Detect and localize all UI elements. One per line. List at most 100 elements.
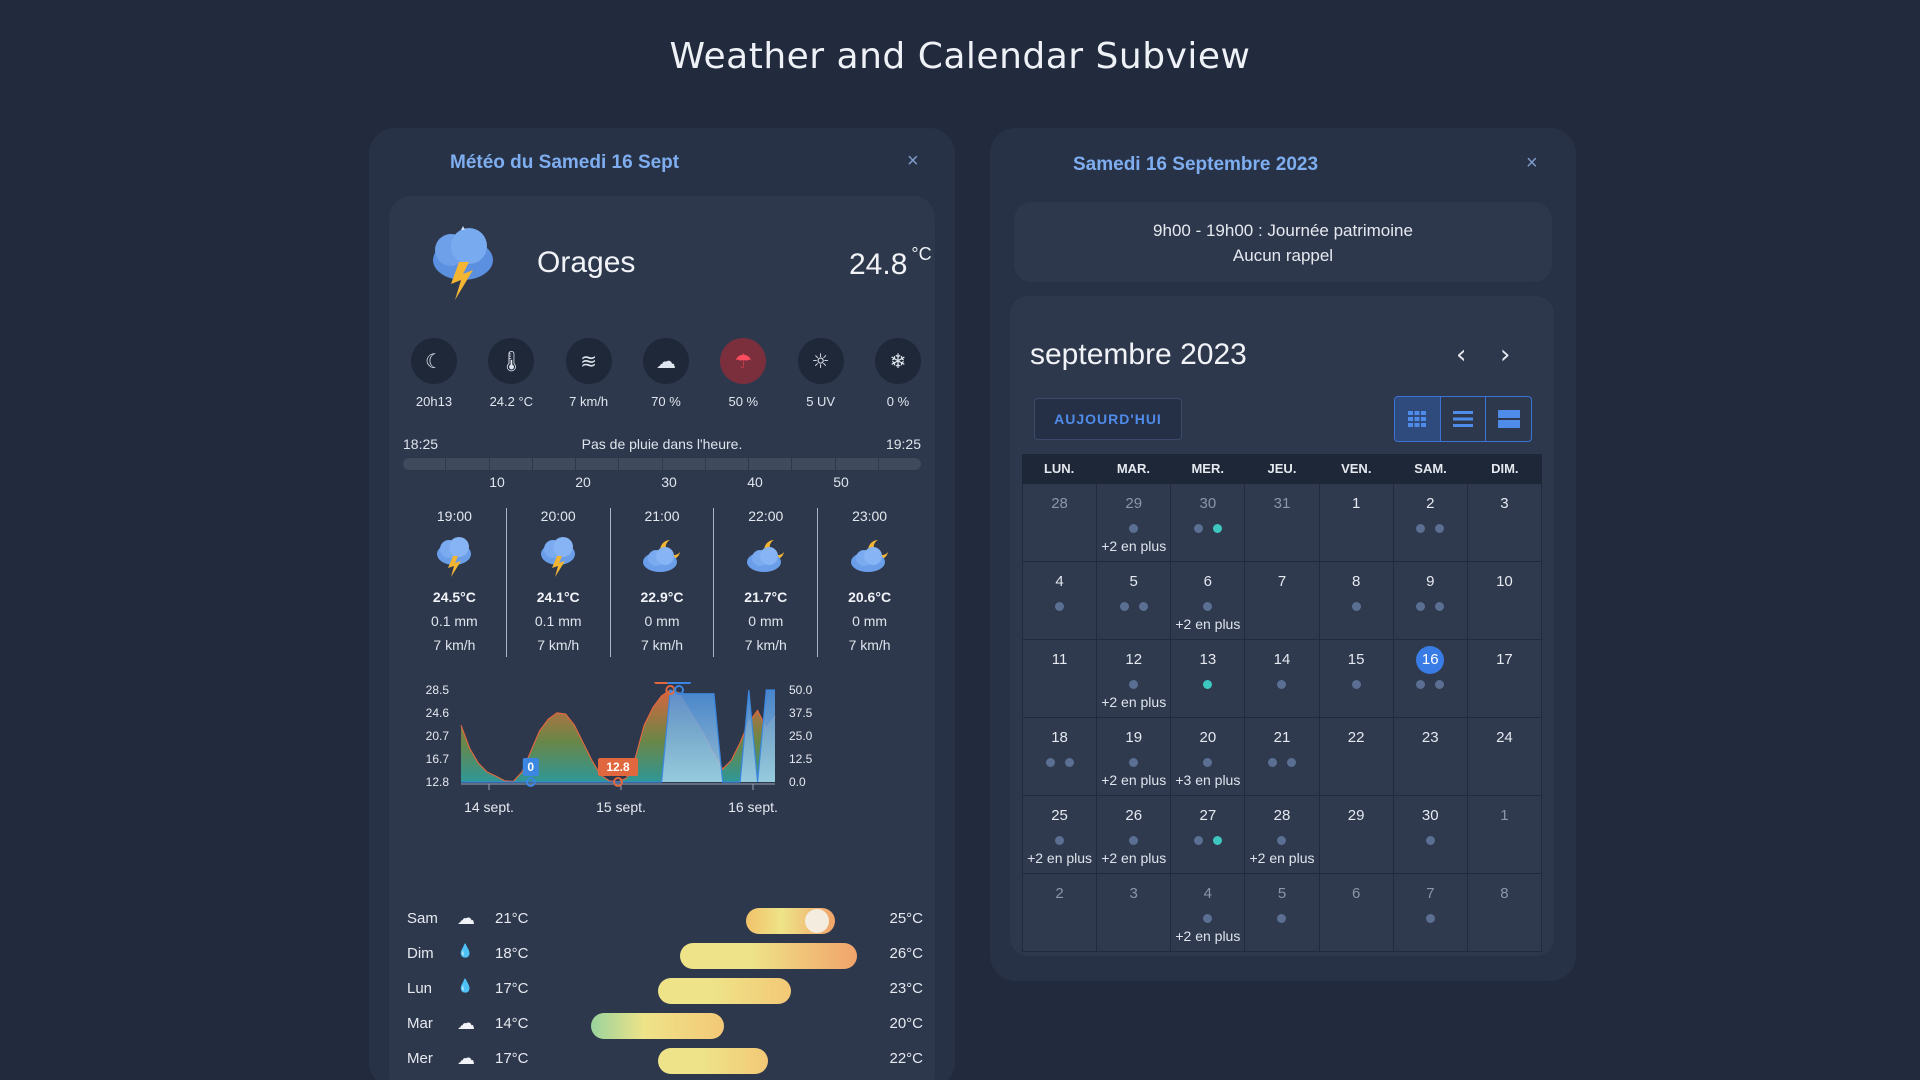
calendar-day[interactable]: 21 <box>1245 718 1320 796</box>
cloud-icon: ☁ <box>642 338 689 384</box>
event-dot <box>1203 680 1213 689</box>
calendar-day[interactable]: 8 <box>1319 562 1394 640</box>
calendar-day[interactable]: 24 <box>1467 718 1542 796</box>
event-dots <box>1023 836 1096 846</box>
event-card[interactable]: 9h00 - 19h00 : Journée patrimoine Aucun … <box>1014 202 1552 282</box>
day-number: 29 <box>1347 807 1365 824</box>
month-view-button[interactable] <box>1395 397 1441 441</box>
day-number: 28 <box>1051 495 1068 512</box>
calendar-day[interactable]: 1 <box>1319 484 1394 562</box>
calendar-day[interactable]: 7 <box>1245 562 1320 640</box>
calendar-day[interactable]: 27 <box>1171 796 1246 874</box>
left-axis-tick: 28.5 <box>426 683 450 697</box>
calendar-day[interactable]: 14 <box>1245 640 1320 718</box>
calendar-day[interactable]: 19 +2 en plus <box>1097 718 1172 796</box>
event-dot <box>1435 524 1445 533</box>
prev-month-button[interactable]: ‹ <box>1456 340 1466 370</box>
calendar-day[interactable]: 23 <box>1393 718 1468 796</box>
calendar-day-today[interactable]: 16 <box>1393 640 1468 718</box>
event-dot <box>1416 680 1426 689</box>
event-dots <box>1023 524 1096 534</box>
calendar-day[interactable]: 5 <box>1245 874 1320 952</box>
day-number: 6 <box>1203 573 1213 590</box>
next-month-button[interactable]: › <box>1500 340 1510 370</box>
calendar-day[interactable]: 29 <box>1319 796 1394 874</box>
more-events-link[interactable]: +2 en plus <box>1023 850 1096 866</box>
more-events-link[interactable]: +2 en plus <box>1097 850 1170 866</box>
calendar-day[interactable]: 6 +2 en plus <box>1171 562 1246 640</box>
calendar-day[interactable]: 18 <box>1022 718 1098 796</box>
more-events-link[interactable]: +2 en plus <box>1097 694 1170 710</box>
calendar-day[interactable]: 22 <box>1319 718 1394 796</box>
weather-close-button[interactable]: × <box>907 150 919 173</box>
calendar-day[interactable]: 17 <box>1467 640 1542 718</box>
moon-icon: ☾ <box>411 338 457 384</box>
hour-time: 23:00 <box>852 508 888 524</box>
calendar-day[interactable]: 5 <box>1097 562 1172 640</box>
more-events-link[interactable]: +3 en plus <box>1171 772 1244 788</box>
event-dots <box>1023 602 1096 612</box>
calendar-day[interactable]: 6 <box>1319 874 1394 952</box>
more-events-link[interactable]: +2 en plus <box>1171 928 1244 944</box>
week-view-button[interactable] <box>1441 397 1487 441</box>
event-dots <box>1023 758 1096 768</box>
grid-view-icon <box>1408 411 1427 427</box>
day-number: 22 <box>1347 729 1365 746</box>
day-name: Dim <box>407 945 434 962</box>
calendar-day[interactable]: 13 <box>1171 640 1246 718</box>
more-events-link[interactable]: +2 en plus <box>1097 772 1170 788</box>
day-number: 3 <box>1129 885 1138 902</box>
calendar-day[interactable]: 30 <box>1393 796 1468 874</box>
calendar-day[interactable]: 12 +2 en plus <box>1097 640 1172 718</box>
calendar-day[interactable]: 29 +2 en plus <box>1097 484 1172 562</box>
thunderstorm-icon <box>433 226 493 300</box>
calendar-day[interactable]: 20 +3 en plus <box>1171 718 1246 796</box>
right-axis-tick: 50.0 <box>789 683 813 697</box>
day-number: 30 <box>1421 807 1439 824</box>
calendar-day[interactable]: 3 <box>1467 484 1542 562</box>
rain-ticks: 10 20 30 40 50 <box>403 474 921 494</box>
thermometer-icon: 🌡 <box>488 338 535 384</box>
calendar-close-button[interactable]: × <box>1526 152 1538 175</box>
calendar-day[interactable]: 4 +2 en plus <box>1171 874 1246 952</box>
calendar-day[interactable]: 2 <box>1393 484 1468 562</box>
calendar-day[interactable]: 3 <box>1097 874 1172 952</box>
more-events-link[interactable]: +2 en plus <box>1245 850 1318 866</box>
calendar-day[interactable]: 15 <box>1319 640 1394 718</box>
calendar-week-row: 18 19 +2 en plus 20 +3 en plus 21 22 23 24 <box>1022 718 1542 796</box>
hour-precipitation: 0.1 mm <box>431 613 478 629</box>
event-dots <box>1097 524 1170 534</box>
calendar-day[interactable]: 1 <box>1467 796 1542 874</box>
calendar-day[interactable]: 11 <box>1022 640 1098 718</box>
annotation-label: 12.8 <box>606 760 630 774</box>
calendar-day[interactable]: 30 <box>1171 484 1246 562</box>
metric-value: 50 % <box>728 394 759 409</box>
metric-item: ≋ 7 km/h <box>556 338 622 409</box>
event-dot <box>1425 914 1435 923</box>
day-number: 2 <box>1055 885 1064 902</box>
calendar-day[interactable]: 9 <box>1393 562 1468 640</box>
calendar-day[interactable]: 4 <box>1022 562 1098 640</box>
calendar-day[interactable]: 25 +2 en plus <box>1022 796 1098 874</box>
day-min-temp: 17°C <box>495 1050 529 1067</box>
event-dots <box>1320 680 1393 690</box>
calendar-day[interactable]: 31 <box>1245 484 1320 562</box>
month-title: septembre 2023 <box>1030 338 1247 371</box>
calendar-day[interactable]: 26 +2 en plus <box>1097 796 1172 874</box>
calendar-day[interactable]: 10 <box>1467 562 1542 640</box>
calendar-body: 28 29 +2 en plus 30 31 1 2 3 4 5 6 +2 en plus 7 8 9 10 1… <box>1022 484 1542 952</box>
event-dots <box>1171 524 1244 534</box>
hour-wind: 7 km/h <box>433 637 476 653</box>
calendar-day[interactable]: 8 <box>1467 874 1542 952</box>
calendar-day[interactable]: 28 +2 en plus <box>1245 796 1320 874</box>
more-events-link[interactable]: +2 en plus <box>1171 616 1244 632</box>
day-view-button[interactable] <box>1486 397 1531 441</box>
calendar-day[interactable]: 28 <box>1022 484 1098 562</box>
annotation-badge <box>667 682 692 684</box>
calendar-day[interactable]: 7 <box>1393 874 1468 952</box>
more-events-link[interactable]: +2 en plus <box>1097 538 1170 554</box>
calendar-week-row: 11 12 +2 en plus 13 14 15 16 17 <box>1022 640 1542 718</box>
day-number: 8 <box>1351 573 1361 590</box>
today-button[interactable]: AUJOURD'HUI <box>1034 398 1182 440</box>
calendar-day[interactable]: 2 <box>1022 874 1098 952</box>
